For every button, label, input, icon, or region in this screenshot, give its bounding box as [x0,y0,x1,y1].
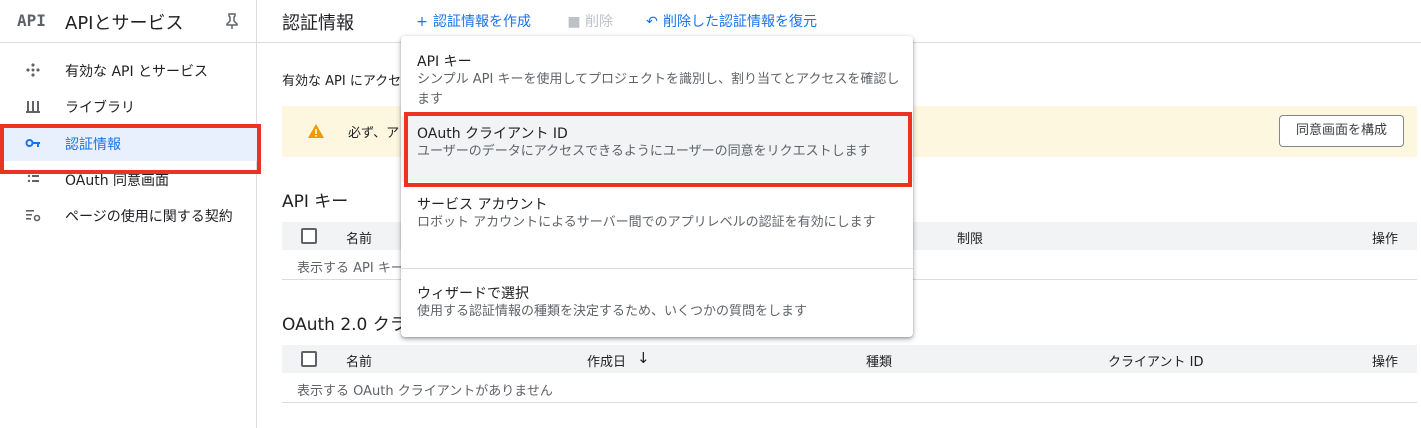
highlight-box-credentials [0,124,261,174]
sidebar-item-library[interactable]: ライブラリ [0,88,257,124]
menu-item-api-key[interactable]: API キー シンプル API キーを使用してプロジェクトを識別し、割り当てとア… [401,44,913,112]
create-credentials-label: 認証情報を作成 [433,14,531,30]
highlight-box-oauth [404,112,912,187]
warning-icon [308,124,324,138]
plus-icon: + [416,14,428,30]
banner-text: 必ず、ア [348,126,400,141]
empty-message: 表示する API キー [297,261,404,276]
select-all-checkbox[interactable] [301,228,317,244]
create-credentials-button[interactable]: + 認証情報を作成 [415,11,531,31]
table-header: 名前 作成日 ↓ 種類 クライアント ID 操作 [282,345,1417,373]
api-keys-title: API キー [282,192,349,212]
oauth-title: OAuth 2.0 クラ [282,315,407,335]
delete-label: 削除 [585,14,613,30]
dashboard-icon [26,63,40,77]
page-title: 認証情報 [282,13,354,34]
sidebar-item-label: ページの使用に関する契約 [65,209,233,225]
menu-item-title: ウィザードで選択 [417,286,529,302]
menu-item-title: API キー [417,54,472,70]
sidebar-item-page-usage[interactable]: ページの使用に関する契約 [0,197,257,233]
menu-item-service-account[interactable]: サービス アカウント ロボット アカウントによるサーバー間でのアプリレベルの認証… [401,188,913,258]
restore-label: 削除した認証情報を復元 [663,14,817,30]
app: API APIとサービス 有効な API とサービス ライブラリ 認証情報 OA… [0,0,1421,428]
trash-icon: ■ [567,14,581,30]
menu-item-desc: ロボット アカウントによるサーバー間でのアプリレベルの認証を有効にします [417,215,876,230]
column-actions: 操作 [1372,355,1399,370]
column-actions: 操作 [1372,232,1399,247]
configure-consent-button[interactable]: 同意画面を構成 [1279,115,1404,147]
column-name[interactable]: 名前 [346,351,372,370]
menu-item-desc: 使用する認証情報の種類を決定するため、いくつかの質問をします [417,304,808,319]
pin-icon[interactable] [224,12,240,30]
api-logo: API [17,11,46,30]
sidebar-header: API APIとサービス [0,0,256,43]
column-restrictions: 制限 [957,232,984,247]
restore-deleted-button[interactable]: ↶ 削除した認証情報を復元 [645,11,817,31]
settings-list-icon [26,210,41,222]
select-all-checkbox[interactable] [301,351,317,367]
menu-divider [401,268,913,269]
oauth-table: 名前 作成日 ↓ 種類 クライアント ID 操作 表示する OAuth クライア… [282,345,1417,403]
arrow-down-icon[interactable]: ↓ [637,349,650,367]
column-created[interactable]: 作成日 [587,351,626,370]
menu-item-wizard[interactable]: ウィザードで選択 使用する認証情報の種類を決定するため、いくつかの質問をします [401,276,913,326]
column-client-id[interactable]: クライアント ID [1108,351,1203,370]
column-name[interactable]: 名前 [346,228,372,247]
empty-row: 表示する OAuth クライアントがありません [282,373,1417,403]
sidebar: API APIとサービス 有効な API とサービス ライブラリ 認証情報 OA… [0,0,257,428]
intro-text: 有効な API にアクセ [282,74,402,89]
column-type[interactable]: 種類 [866,351,892,370]
menu-item-title: サービス アカウント [417,197,548,213]
library-icon [26,101,40,113]
sidebar-item-enabled-apis[interactable]: 有効な API とサービス [0,52,257,88]
menu-item-desc: シンプル API キーを使用してプロジェクトを識別し、割り当てとアクセスを確認し… [417,72,900,107]
undo-icon: ↶ [646,14,658,30]
empty-message: 表示する OAuth クライアントがありません [297,384,553,399]
sidebar-item-label: ライブラリ [65,100,135,116]
delete-button[interactable]: ■ 削除 [567,11,613,31]
sidebar-title: APIとサービス [65,13,184,34]
sidebar-item-label: 有効な API とサービス [65,64,209,80]
